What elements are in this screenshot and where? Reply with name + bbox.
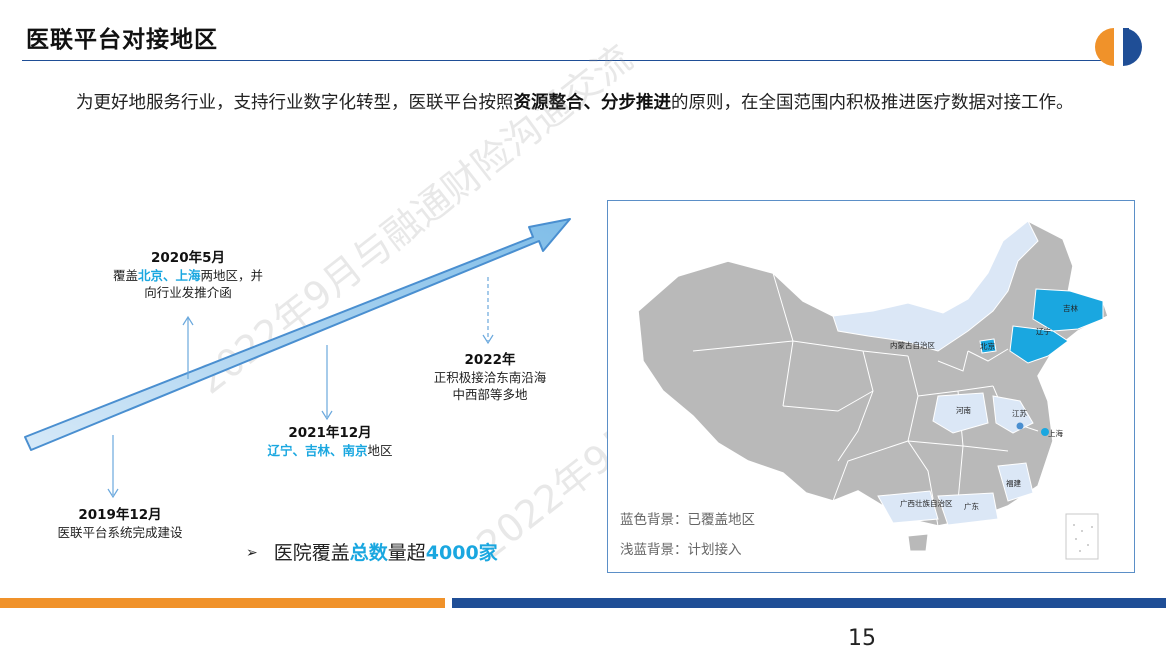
- page-title: 医联平台对接地区: [26, 27, 218, 53]
- bullet-highlight: 总数: [349, 542, 388, 564]
- company-logo: [1095, 28, 1142, 66]
- map-label-jiangsu: 江苏: [1012, 408, 1028, 418]
- intro-emphasis: 资源整合、分步推进: [513, 93, 672, 113]
- milestone-highlight: 辽宁、吉林、南京: [267, 443, 368, 458]
- milestone-2022: 2022年 正积极接洽东南沿海 中西部等多地: [400, 352, 580, 403]
- milestone-year: 2022年: [464, 352, 516, 368]
- legend-covered: 蓝色背景：已覆盖地区: [620, 512, 755, 528]
- legend-planned: 浅蓝背景：计划接入: [620, 542, 742, 558]
- china-coverage-map: 吉林 辽宁 北京 内蒙古自治区 河南 江苏 上海 福建 广西壮族自治区 广东 蓝…: [607, 200, 1135, 573]
- milestone-year: 2019年12月: [78, 507, 162, 523]
- map-label-beijing: 北京: [980, 341, 995, 351]
- milestone-2020: 2020年5月 覆盖北京、上海两地区，并 向行业发推介函: [88, 250, 288, 301]
- map-label-liaoning: 辽宁: [1036, 326, 1051, 336]
- milestone-text: 两地区，并: [200, 268, 264, 283]
- milestone-2019: 2019年12月 医联平台系统完成建设: [30, 507, 210, 541]
- milestone-text: 向行业发推介函: [144, 285, 232, 300]
- milestone-year: 2021年12月: [288, 425, 372, 441]
- bullet-text: 医院覆盖: [273, 542, 350, 564]
- milestone-text: 正积极接洽东南沿海: [433, 370, 547, 385]
- milestone-highlight: 北京、上海: [137, 268, 201, 283]
- milestone-year: 2020年5月: [151, 250, 225, 266]
- map-label-jilin: 吉林: [1063, 303, 1079, 313]
- bullet-arrow-icon: ➢: [246, 545, 258, 561]
- title-divider: [22, 60, 1107, 61]
- milestone-text: 医联平台系统完成建设: [57, 525, 183, 540]
- footer-bar-blue: [452, 598, 1166, 608]
- page-number: 15: [848, 626, 876, 650]
- map-label-henan: 河南: [956, 405, 971, 415]
- milestone-text: 地区: [367, 443, 393, 458]
- map-label-fujian: 福建: [1006, 478, 1021, 488]
- intro-text-1: 为更好地服务行业，支持行业数字化转型，医联平台按照: [76, 93, 514, 113]
- map-label-guangxi: 广西壮族自治区: [900, 498, 953, 508]
- footer-bar-orange: [0, 598, 445, 608]
- map-label-shanghai: 上海: [1048, 428, 1064, 438]
- milestone-text: 覆盖: [112, 268, 138, 283]
- bullet-text: 量超: [387, 542, 426, 564]
- map-label-neimenggu: 内蒙古自治区: [890, 340, 935, 350]
- milestone-text: 中西部等多地: [452, 387, 528, 402]
- intro-text-2: 的原则，在全国范围内积极推进医疗数据对接工作。: [671, 93, 1074, 113]
- milestone-2021: 2021年12月 辽宁、吉林、南京地区: [230, 425, 430, 459]
- hospital-coverage-bullet: ➢ 医院覆盖总数量超4000家: [246, 538, 498, 565]
- bullet-highlight: 4000家: [425, 542, 498, 564]
- intro-paragraph: 为更好地服务行业，支持行业数字化转型，医联平台按照资源整合、分步推进的原则，在全…: [34, 88, 1134, 119]
- map-label-guangdong: 广东: [964, 501, 979, 511]
